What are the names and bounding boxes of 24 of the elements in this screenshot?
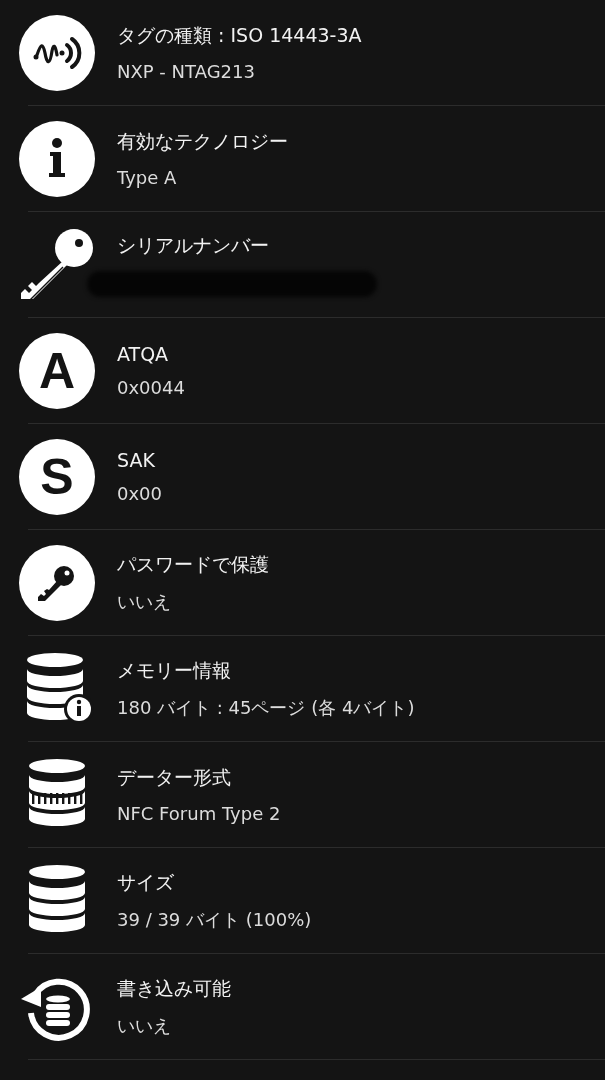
info-icon — [19, 120, 95, 197]
field-label: 書き込み可能 — [117, 975, 232, 1001]
field-value: NXP - NTAG213 — [117, 61, 256, 82]
field-value: Type A — [117, 167, 178, 188]
field-value: 39 / 39 バイト (100%) — [117, 907, 313, 932]
field-value: 0x0044 — [117, 377, 186, 398]
field-label: サイズ — [117, 869, 175, 895]
field-label: 有効なテクノロジー — [117, 129, 289, 154]
key-icon — [19, 544, 95, 621]
field-label: データー形式 — [117, 765, 232, 790]
field-label: タグの種類 : ISO 14443-3A — [117, 23, 363, 48]
letter-icon: S — [19, 438, 95, 515]
field-label: メモリー情報 — [117, 657, 232, 683]
field-value: NFC Forum Type 2 — [117, 803, 282, 824]
field-value: 180 バイト : 45ページ (各 4バイト) — [117, 695, 416, 720]
field-label: ATQA — [117, 343, 170, 365]
field-value: いいえ — [117, 589, 172, 614]
field-label: SAK — [117, 449, 156, 471]
letter-icon: A — [19, 332, 95, 409]
nfc-icon — [19, 14, 95, 91]
field-value: いいえ — [117, 1013, 172, 1038]
field-label: シリアルナンバー — [117, 232, 270, 258]
field-value: 0x00 — [117, 483, 163, 504]
field-label: パスワードで保護 — [117, 551, 270, 577]
